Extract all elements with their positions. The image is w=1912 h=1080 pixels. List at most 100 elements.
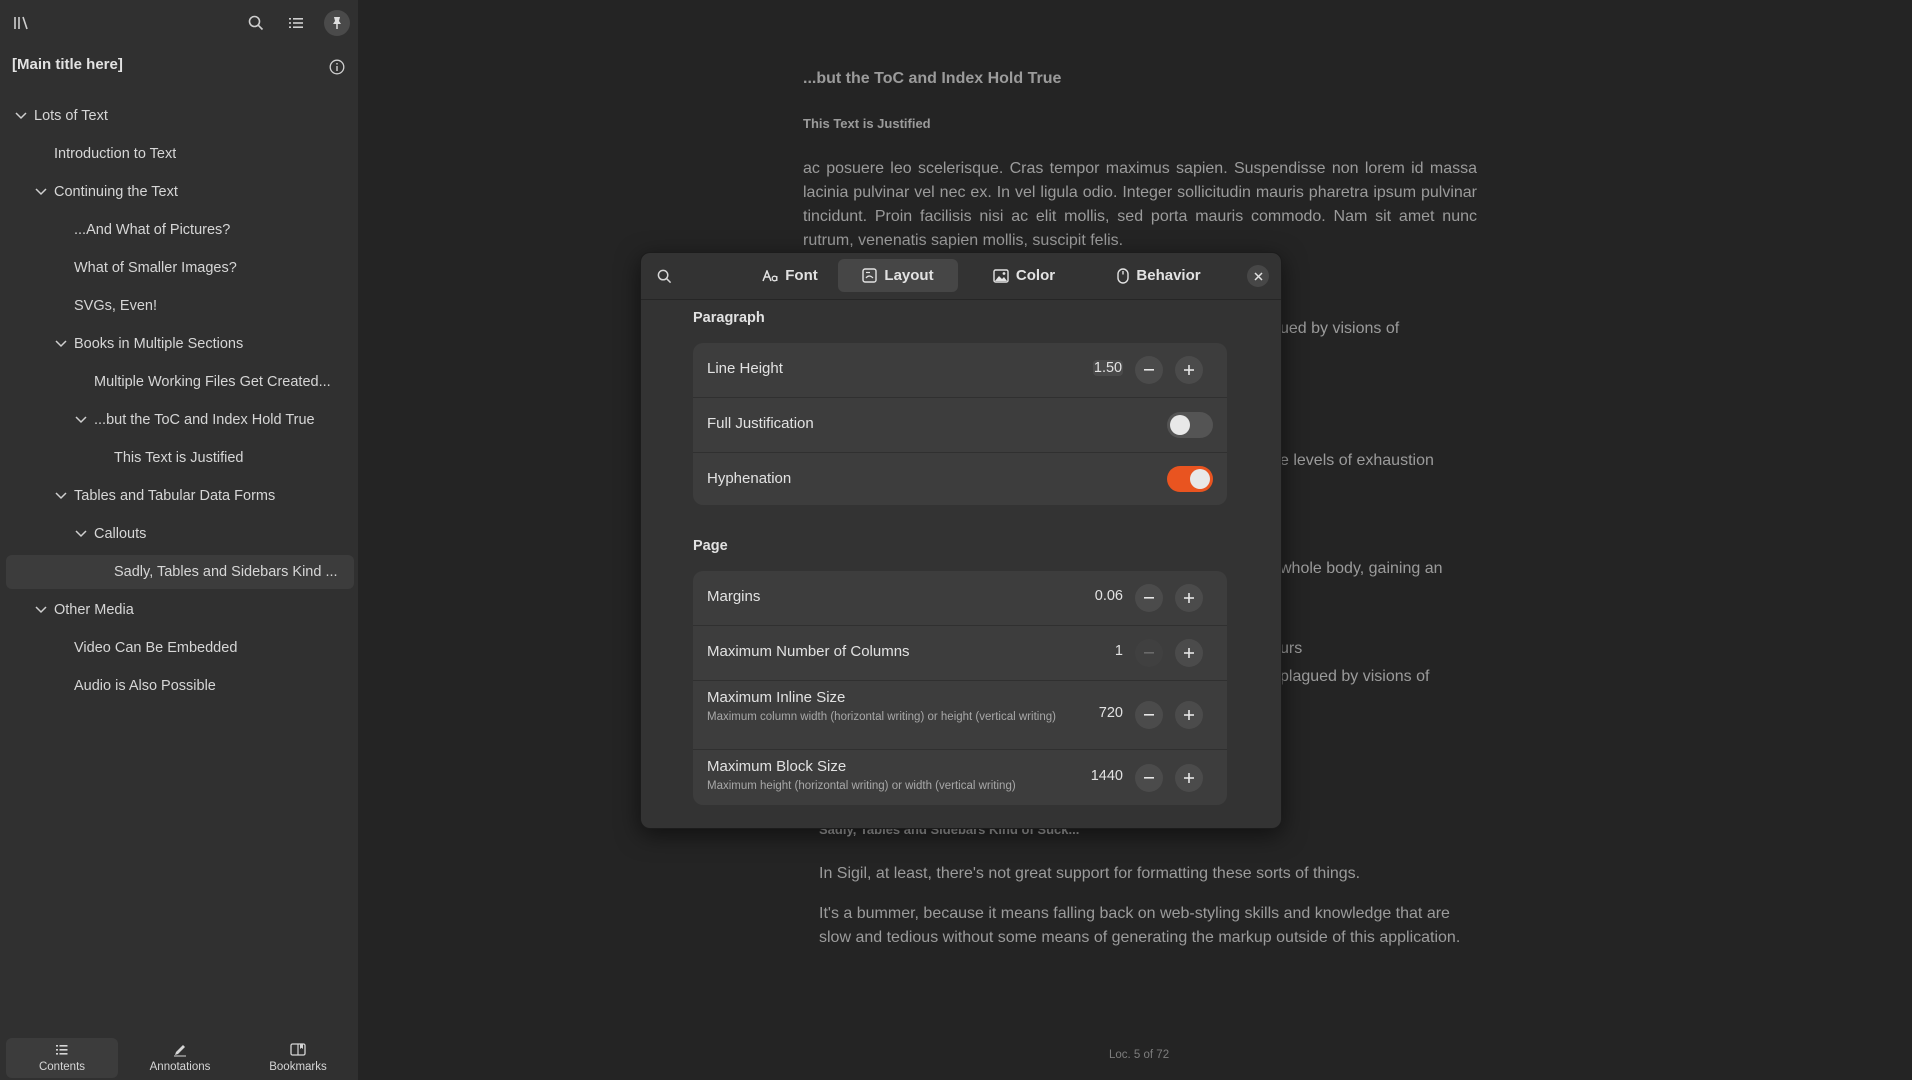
sidebar-header — [0, 0, 358, 46]
paragraph-section-title: Paragraph — [693, 310, 765, 326]
toc-item[interactable]: Multiple Working Files Get Created... — [6, 365, 354, 399]
toc-item[interactable]: Audio is Also Possible — [6, 669, 354, 703]
chevron-down-icon[interactable] — [74, 527, 88, 541]
text-fragment: whole body, gaining an — [1280, 560, 1443, 577]
toc-item[interactable]: ...but the ToC and Index Hold True — [6, 403, 354, 437]
sidebar-footer: Contents Annotations Bookmarks — [0, 1034, 358, 1080]
toc-item[interactable]: SVGs, Even! — [6, 289, 354, 323]
page-settings-group: Margins 0.06 Maximum Number of Columns 1… — [693, 571, 1227, 805]
image-icon — [993, 268, 1009, 283]
toc-item[interactable]: Callouts — [6, 517, 354, 551]
layout-icon — [862, 268, 878, 283]
inline-size-label: Maximum Inline Size — [707, 689, 846, 706]
margins-increase-button[interactable] — [1175, 584, 1203, 612]
block-size-description: Maximum height (horizontal writing) or w… — [707, 780, 1016, 792]
text-fragment: plagued by visions of — [1280, 668, 1430, 685]
menu-icon[interactable] — [280, 7, 312, 39]
tab-bookmarks[interactable]: Bookmarks — [242, 1038, 354, 1078]
body-paragraph: ac posuere leo scelerisque. Cras tempor … — [803, 160, 1477, 249]
tab-font[interactable]: Font — [731, 259, 849, 292]
toc-item-label: Sadly, Tables and Sidebars Kind ... — [114, 564, 338, 580]
full-justification-toggle[interactable] — [1167, 412, 1213, 438]
toc-item[interactable]: Video Can Be Embedded — [6, 631, 354, 665]
full-justification-row: Full Justification — [693, 398, 1227, 453]
line-height-row: Line Height 1.50 — [693, 343, 1227, 398]
toc-item-label: Introduction to Text — [54, 146, 177, 162]
tab-font-label: Font — [785, 267, 818, 284]
tab-annotations[interactable]: Annotations — [124, 1038, 236, 1078]
inline-size-decrease-button[interactable] — [1135, 701, 1163, 729]
inline-size-row: Maximum Inline Size Maximum column width… — [693, 681, 1227, 750]
sidebar: [Main title here] Lots of Text Introduct… — [0, 0, 358, 1080]
block-size-value[interactable]: 1440 — [1063, 768, 1123, 784]
tab-layout[interactable]: Layout — [838, 259, 958, 292]
toc-item-selected[interactable]: Sadly, Tables and Sidebars Kind ... — [6, 555, 354, 589]
dialog-header: Font Layout Color Behavior — [641, 253, 1281, 300]
block-size-decrease-button[interactable] — [1135, 764, 1163, 792]
toc-item-label: Video Can Be Embedded — [74, 640, 238, 656]
chevron-down-icon[interactable] — [54, 337, 68, 351]
tab-color-label: Color — [1015, 267, 1056, 284]
toc-item-label: ...but the ToC and Index Hold True — [94, 412, 315, 428]
chevron-down-icon[interactable] — [14, 109, 28, 123]
chevron-down-icon[interactable] — [34, 603, 48, 617]
chevron-down-icon[interactable] — [34, 185, 48, 199]
toc-item-label: Lots of Text — [34, 108, 108, 124]
mouse-icon — [1117, 267, 1130, 284]
margins-value[interactable]: 0.06 — [1063, 588, 1123, 604]
search-icon[interactable] — [651, 263, 677, 289]
toc-item-label: This Text is Justified — [114, 450, 244, 466]
line-height-label: Line Height — [707, 360, 783, 377]
body-paragraph: It's a bummer, because it means falling … — [819, 905, 1461, 946]
line-height-increase-button[interactable] — [1175, 356, 1203, 384]
toc-item[interactable]: Books in Multiple Sections — [6, 327, 354, 361]
hyphenation-row: Hyphenation — [693, 453, 1227, 505]
inline-size-value[interactable]: 720 — [1063, 705, 1123, 721]
line-height-decrease-button[interactable] — [1135, 356, 1163, 384]
toc-item[interactable]: ...And What of Pictures? — [6, 213, 354, 247]
chevron-down-icon[interactable] — [74, 413, 88, 427]
library-icon[interactable] — [6, 7, 38, 39]
toc-item[interactable]: Other Media — [6, 593, 354, 627]
line-height-value[interactable]: 1.50 — [1093, 360, 1123, 376]
toc-item[interactable]: Lots of Text — [6, 99, 354, 133]
tab-behavior[interactable]: Behavior — [1091, 259, 1227, 292]
search-icon[interactable] — [240, 7, 272, 39]
block-size-label: Maximum Block Size — [707, 758, 847, 775]
text-fragment: ued by visions of — [1280, 320, 1400, 337]
text-fragment: urs — [1280, 640, 1303, 657]
toc-item-label: Tables and Tabular Data Forms — [74, 488, 276, 504]
columns-decrease-button[interactable] — [1135, 639, 1163, 667]
block-size-row: Maximum Block Size Maximum height (horiz… — [693, 750, 1227, 805]
chevron-down-icon[interactable] — [54, 489, 68, 503]
margins-row: Margins 0.06 — [693, 571, 1227, 626]
toc-item[interactable]: Tables and Tabular Data Forms — [6, 479, 354, 513]
margins-decrease-button[interactable] — [1135, 584, 1163, 612]
toc-item-label: Multiple Working Files Get Created... — [94, 374, 331, 390]
columns-increase-button[interactable] — [1175, 639, 1203, 667]
font-icon — [762, 269, 778, 282]
toc-item[interactable]: This Text is Justified — [6, 441, 354, 475]
block-size-increase-button[interactable] — [1175, 764, 1203, 792]
inline-size-description: Maximum column width (horizontal writing… — [707, 711, 1056, 723]
toc-item[interactable]: What of Smaller Images? — [6, 251, 354, 285]
info-icon[interactable] — [324, 54, 350, 80]
inline-size-increase-button[interactable] — [1175, 701, 1203, 729]
pen-icon — [173, 1043, 187, 1059]
tab-contents[interactable]: Contents — [6, 1038, 118, 1078]
tab-annotations-label: Annotations — [149, 1061, 211, 1073]
columns-value[interactable]: 1 — [1063, 643, 1123, 659]
tab-layout-label: Layout — [884, 267, 934, 284]
toc-item[interactable]: Continuing the Text — [6, 175, 354, 209]
columns-row: Maximum Number of Columns 1 — [693, 626, 1227, 681]
hyphenation-toggle[interactable] — [1167, 466, 1213, 492]
bookmark-icon — [290, 1043, 306, 1059]
section-heading: This Text is Justified — [803, 116, 931, 131]
pin-icon[interactable] — [324, 10, 350, 36]
toc-item-label: Continuing the Text — [54, 184, 178, 200]
tab-color[interactable]: Color — [968, 259, 1080, 292]
toc-item-label: Other Media — [54, 602, 134, 618]
book-title: [Main title here] — [12, 56, 123, 73]
toc-item[interactable]: Introduction to Text — [6, 137, 354, 171]
close-icon[interactable] — [1247, 265, 1269, 287]
